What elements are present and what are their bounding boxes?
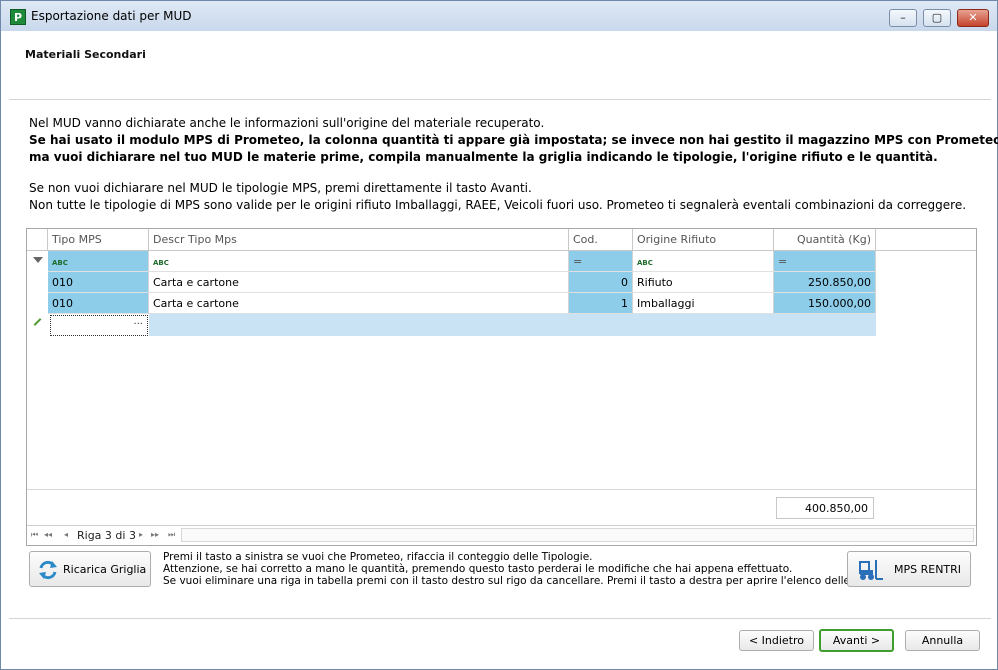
text-filter-icon: ABC (153, 259, 169, 267)
grid-navigator: ⏮ ◂◂ ◂ Riga 3 di 3 ▸ ▸▸ ⏭ (27, 525, 976, 545)
col-empty (876, 229, 976, 251)
minimize-button[interactable]: – (889, 9, 917, 27)
record-position: Riga 3 di 3 (77, 529, 136, 542)
equals-filter-icon: = (573, 255, 583, 268)
back-button[interactable]: < Indietro (739, 630, 814, 651)
info-text-3: Non tutte le tipologie di MPS sono valid… (29, 198, 967, 212)
row-indicator-header (27, 229, 48, 251)
forklift-icon (859, 560, 883, 580)
cell-cod[interactable]: 1 (569, 293, 633, 314)
filter-tipo[interactable]: ABC (48, 251, 149, 272)
prev-page-icon[interactable]: ◂◂ (44, 530, 52, 539)
pencil-icon (33, 318, 42, 326)
mps-grid[interactable]: Tipo MPS Descr Tipo Mps Cod. Orig... Ori… (26, 228, 977, 546)
info-text-1: Nel MUD vanno dichiarate anche le inform… (29, 116, 545, 130)
filter-quantita[interactable]: = (774, 251, 876, 272)
next-record-icon[interactable]: ▸ (139, 530, 143, 539)
ricarica-griglia-button[interactable]: Ricarica Griglia (29, 551, 151, 587)
new-row[interactable] (149, 314, 876, 336)
cell-descr[interactable]: Carta e cartone (149, 272, 569, 293)
app-icon: P (10, 9, 26, 25)
col-cod-orig[interactable]: Cod. Orig... (569, 229, 633, 268)
col-tipo-mps[interactable]: Tipo MPS (48, 229, 149, 251)
filter-cod[interactable]: = (569, 251, 633, 272)
info-text-2: Se non vuoi dichiarare nel MUD le tipolo… (29, 181, 532, 195)
total-quantita: 400.850,00 (776, 497, 874, 519)
header-panel: Materiali Secondari (9, 31, 991, 100)
info-bold-1: Se hai usato il modulo MPS di Prometeo, … (29, 133, 998, 147)
window-title: Esportazione dati per MUD (31, 9, 192, 23)
maximize-button[interactable]: ▢ (923, 9, 951, 27)
text-filter-icon: ABC (637, 259, 653, 267)
col-quantita[interactable]: Quantità (Kg) (774, 229, 876, 251)
equals-filter-icon: = (778, 255, 788, 268)
title-bar[interactable]: P Esportazione dati per MUD – ▢ ✕ (1, 1, 997, 31)
horizontal-scrollbar[interactable] (181, 528, 974, 542)
ricarica-griglia-label: Ricarica Griglia (63, 563, 147, 576)
text-filter-icon: ABC (52, 259, 68, 267)
cell-origine[interactable]: Rifiuto (633, 272, 774, 293)
info-bold-2: ma vuoi dichiarare nel tuo MUD le materi… (29, 150, 938, 164)
filter-descr[interactable]: ABC (149, 251, 569, 272)
col-origine-rifiuto[interactable]: Origine Rifiuto (633, 229, 774, 251)
summary-divider (27, 489, 976, 490)
content-area: Nel MUD vanno dichiarate anche le inform… (9, 100, 998, 669)
cell-quantita[interactable]: 150.000,00 (774, 293, 876, 314)
next-button[interactable]: Avanti > (819, 629, 894, 652)
cell-cod[interactable]: 0 (569, 272, 633, 293)
next-page-icon[interactable]: ▸▸ (151, 530, 159, 539)
last-record-icon[interactable]: ⏭ (168, 530, 175, 540)
section-title: Materiali Secondari (25, 48, 146, 61)
cell-descr[interactable]: Carta e cartone (149, 293, 569, 314)
filter-icon (33, 257, 43, 263)
help-text-2: Attenzione, se hai corretto a mano le qu… (163, 563, 793, 575)
wizard-window: P Esportazione dati per MUD – ▢ ✕ Materi… (0, 0, 998, 670)
col-descr-tipo-mps[interactable]: Descr Tipo Mps (149, 229, 569, 251)
ellipsis-button[interactable]: ··· (133, 319, 143, 330)
filter-origine[interactable]: ABC (633, 251, 774, 272)
refresh-icon (39, 560, 57, 580)
mps-rentri-button[interactable]: MPS RENTRI (847, 551, 971, 587)
cell-quantita[interactable]: 250.850,00 (774, 272, 876, 293)
footer-separator (9, 618, 991, 619)
cell-origine[interactable]: Imballaggi (633, 293, 774, 314)
help-text-3: Se vuoi eliminare una riga in tabella pr… (163, 575, 921, 587)
prev-record-icon[interactable]: ◂ (64, 530, 68, 539)
mps-rentri-label: MPS RENTRI (894, 563, 962, 576)
help-text-1: Premi il tasto a sinistra se vuoi che Pr… (163, 551, 593, 563)
cell-tipo[interactable]: 010 (48, 272, 149, 293)
close-button[interactable]: ✕ (957, 9, 989, 27)
cancel-button[interactable]: Annulla (905, 630, 980, 651)
cell-tipo[interactable]: 010 (48, 293, 149, 314)
first-record-icon[interactable]: ⏮ (31, 530, 38, 540)
tipo-editor[interactable]: ··· (50, 315, 148, 336)
